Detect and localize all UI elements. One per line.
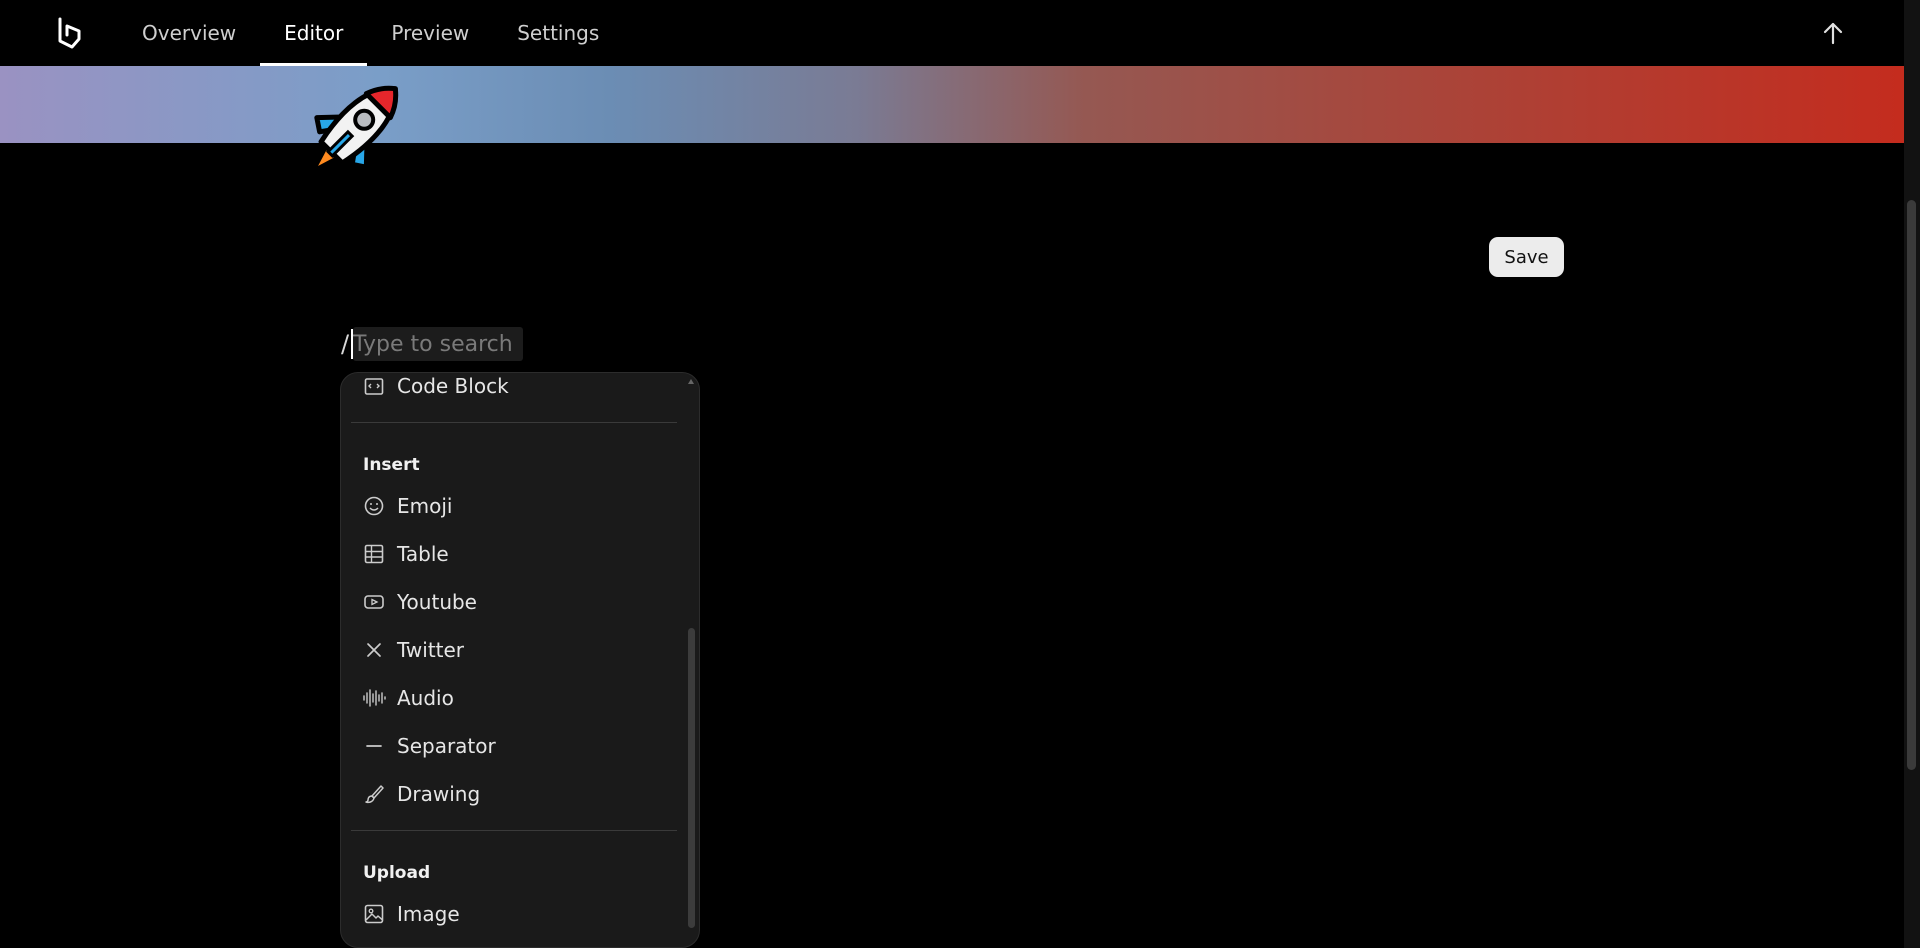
menu-item-label: Audio xyxy=(397,686,454,710)
menu-item-image[interactable]: Image xyxy=(361,894,671,934)
menu-item-label: Youtube xyxy=(397,590,477,614)
youtube-icon xyxy=(361,589,387,615)
section-title-upload: Upload xyxy=(363,863,431,883)
slash-command-menu: Code Block Insert Emoji Table Youtube Tw… xyxy=(340,372,700,948)
slash-search-input[interactable] xyxy=(353,327,523,361)
emoji-icon xyxy=(361,493,387,519)
menu-item-label: Emoji xyxy=(397,494,453,518)
nav-tabs: Overview Editor Preview Settings xyxy=(118,0,623,66)
menu-item-youtube[interactable]: Youtube xyxy=(361,582,671,622)
tab-overview-label: Overview xyxy=(142,21,237,45)
menu-item-label: Code Block xyxy=(397,374,509,398)
menu-item-label: Image xyxy=(397,902,460,926)
x-icon xyxy=(361,637,387,663)
tab-overview[interactable]: Overview xyxy=(118,0,260,66)
code-block-icon xyxy=(361,373,387,399)
page-scrollbar-thumb[interactable] xyxy=(1907,200,1916,770)
menu-item-audio[interactable]: Audio xyxy=(361,678,671,718)
menu-item-label: Table xyxy=(397,542,449,566)
brush-icon xyxy=(361,781,387,807)
menu-item-label: Drawing xyxy=(397,782,481,806)
table-icon xyxy=(361,541,387,567)
menu-item-code-block[interactable]: Code Block xyxy=(361,373,671,406)
tab-preview[interactable]: Preview xyxy=(367,0,493,66)
menu-scrollbar-thumb[interactable] xyxy=(688,628,695,928)
menu-item-label: Separator xyxy=(397,734,496,758)
minus-icon xyxy=(361,733,387,759)
tab-preview-label: Preview xyxy=(391,21,470,45)
menu-item-emoji[interactable]: Emoji xyxy=(361,486,671,526)
menu-item-twitter[interactable]: Twitter xyxy=(361,630,671,670)
section-title-insert: Insert xyxy=(363,455,420,475)
audio-waveform-icon xyxy=(361,685,387,711)
tab-settings-label: Settings xyxy=(517,21,600,45)
tab-editor-label: Editor xyxy=(284,21,344,45)
menu-divider xyxy=(351,422,677,423)
menu-divider xyxy=(351,830,677,831)
menu-item-separator[interactable]: Separator xyxy=(361,726,671,766)
menu-item-label: Twitter xyxy=(397,638,465,662)
rocket-emoji-icon[interactable] xyxy=(292,70,418,188)
tab-editor[interactable]: Editor xyxy=(260,0,368,66)
tab-settings[interactable]: Settings xyxy=(493,0,623,66)
cover-banner[interactable] xyxy=(0,66,1904,143)
save-button[interactable]: Save xyxy=(1489,237,1564,277)
arrow-up-icon[interactable] xyxy=(1820,20,1846,46)
image-icon xyxy=(361,901,387,927)
top-navigation-bar: Overview Editor Preview Settings xyxy=(0,0,1904,66)
menu-scroll-up-arrow[interactable] xyxy=(688,379,694,384)
slash-command-trigger: / xyxy=(341,330,350,358)
app-logo-icon[interactable] xyxy=(55,17,83,49)
menu-item-drawing[interactable]: Drawing xyxy=(361,774,671,814)
menu-item-table[interactable]: Table xyxy=(361,534,671,574)
